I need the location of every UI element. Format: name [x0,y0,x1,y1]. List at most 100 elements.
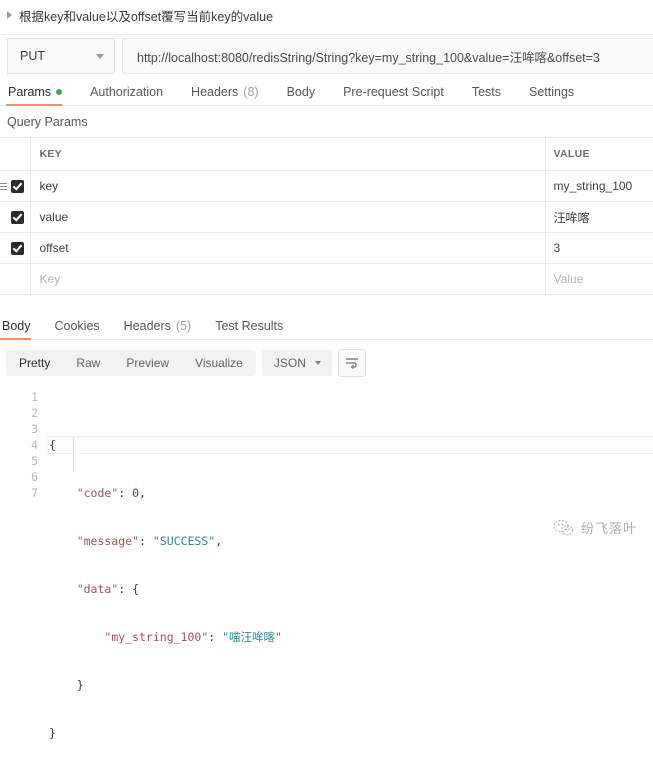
response-tab-body[interactable]: Body [0,319,43,340]
view-preview-button[interactable]: Preview [113,350,182,376]
wechat-icon [553,519,574,537]
param-value-input-empty[interactable]: Value [546,272,653,286]
http-method-label: PUT [20,49,45,63]
line-number: 2 [31,406,38,420]
tab-headers[interactable]: Headers (8) [189,85,273,105]
line-number: 6 [31,470,38,484]
param-value-input[interactable]: 3 [546,241,653,255]
tab-authorization-label: Authorization [90,85,164,99]
tab-body[interactable]: Body [285,85,330,105]
tab-authorization[interactable]: Authorization [88,85,177,105]
tab-params[interactable]: Params [6,85,76,106]
table-row[interactable]: value 汪哞喀 [0,201,653,233]
response-language-select[interactable]: JSON [261,350,332,376]
json-key-code: "code" [76,486,119,500]
row-checkbox[interactable] [10,210,24,224]
response-tab-headers-label: Headers [123,319,171,333]
response-tab-headers-count: (5) [175,319,192,333]
table-row[interactable]: offset 3 [0,232,653,264]
request-tabs: Params Authorization Headers (8) Body Pr… [0,78,653,106]
code-line-4: "data": { [47,581,653,597]
response-tab-headers[interactable]: Headers (5) [122,319,204,339]
json-close-brace-data: } [76,678,84,692]
tab-pre-request-script[interactable]: Pre-request Script [341,85,458,105]
param-value-input[interactable]: 汪哞喀 [546,209,653,226]
request-title: 根据key和value以及offset覆写当前key的value [19,9,274,24]
url-input[interactable]: http://localhost:8080/redisString/String… [122,38,653,74]
json-value-code: 0 [132,486,140,500]
watermark-text: 纷飞落叶 [580,521,637,536]
json-colon: : [118,486,133,500]
view-raw-button[interactable]: Raw [63,350,113,376]
code-line-6: } [47,677,653,693]
response-language-label: JSON [273,356,306,370]
json-colon: : [118,582,133,596]
url-bar: PUT http://localhost:8080/redisString/St… [0,34,653,78]
query-params-label: Query Params [7,115,88,129]
response-tab-cookies-label: Cookies [54,319,100,333]
line-number: 5 [31,454,38,468]
param-key-input-empty[interactable]: Key [31,272,545,286]
json-code-content: { "code": 0, "message": "SUCCESS", "data… [47,389,653,773]
response-tab-test-results[interactable]: Test Results [213,319,295,339]
param-key-input[interactable]: key [31,179,545,193]
line-number: 4 [31,438,38,452]
code-line-1: { [47,436,653,454]
json-value-message: "SUCCESS" [152,534,216,548]
row-checkbox-cell [0,232,31,264]
tab-pre-request-script-label: Pre-request Script [343,85,444,99]
json-comma: , [215,534,223,548]
drag-handle-icon[interactable] [0,182,7,190]
http-method-select[interactable]: PUT [7,38,115,74]
line-number: 1 [31,390,38,404]
json-value-my-string-100: "喵汪哞喀" [222,630,282,644]
tab-settings[interactable]: Settings [527,85,588,105]
view-visualize-button[interactable]: Visualize [182,350,256,376]
tab-params-label: Params [8,85,52,99]
tab-headers-count: (8) [243,85,259,99]
params-modified-dot-icon [56,89,63,95]
tab-settings-label: Settings [529,85,575,99]
column-header-value: VALUE [553,148,590,160]
code-line-7: } [47,725,653,741]
table-row[interactable]: key my_string_100 [0,170,653,202]
response-tab-body-label: Body [2,319,31,333]
json-colon: : [208,630,223,644]
response-body-viewer[interactable]: 1 2 3 4 5 6 7 { "code": 0, "message": "S… [0,389,653,773]
row-checkbox[interactable] [10,241,24,255]
response-format-bar: Pretty Raw Preview Visualize JSON [0,340,653,377]
line-number: 3 [31,422,38,436]
tab-tests[interactable]: Tests [470,85,515,105]
request-title-bar: 根据key和value以及offset覆写当前key的value [0,0,653,30]
line-number: 7 [31,486,38,500]
row-checkbox[interactable] [10,179,24,193]
param-key-input[interactable]: value [31,210,545,224]
response-view-switcher: Pretty Raw Preview Visualize [6,350,256,376]
tab-headers-label: Headers [191,85,239,99]
chevron-down-icon [314,361,321,365]
json-key-message: "message" [76,534,140,548]
param-key-input[interactable]: offset [31,241,545,255]
line-number-gutter: 1 2 3 4 5 6 7 [0,389,47,773]
row-checkbox-cell [0,201,31,233]
watermark: 纷飞落叶 [553,518,637,537]
json-key-my-string-100: "my_string_100" [104,630,209,644]
caret-right-icon[interactable] [7,11,12,19]
table-row-empty[interactable]: Key Value [0,263,653,295]
param-value-input[interactable]: my_string_100 [546,179,653,193]
chevron-down-icon [96,53,104,59]
json-comma: , [139,486,146,500]
code-line-5: "my_string_100": "喵汪哞喀" [47,629,653,645]
json-close-brace: } [49,726,56,740]
tab-tests-label: Tests [471,85,501,99]
code-fold-guide [73,437,74,471]
json-colon: : [139,534,153,548]
response-tab-cookies[interactable]: Cookies [53,319,112,339]
word-wrap-button[interactable] [337,349,366,377]
json-open-brace-data: { [132,582,140,596]
tab-body-label: Body [286,85,316,99]
view-pretty-button[interactable]: Pretty [6,350,63,376]
response-tabs: Body Cookies Headers (5) Test Results [0,311,653,340]
row-checkbox-cell [0,170,31,202]
json-open-brace: { [49,438,56,452]
